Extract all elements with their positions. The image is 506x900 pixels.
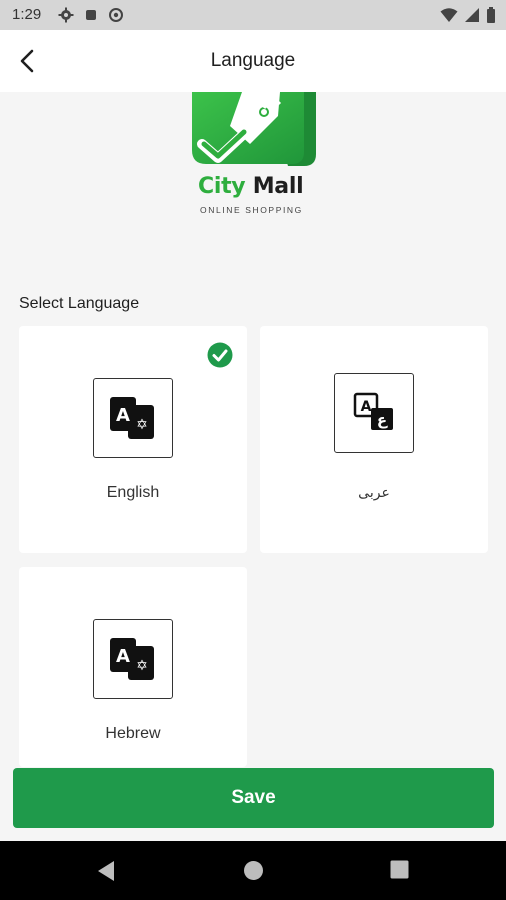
logo-brand-text: City Mall: [198, 174, 328, 199]
language-label-hebrew: Hebrew: [105, 725, 161, 742]
svg-text:✡: ✡: [136, 417, 148, 433]
language-card-arabic[interactable]: A ع عربى: [260, 326, 488, 553]
battery-icon: [487, 7, 495, 23]
logo-brand-mall: Mall: [252, 174, 304, 199]
square-notification-icon: [86, 10, 96, 20]
back-triangle-icon[interactable]: [96, 860, 116, 882]
svg-text:A: A: [361, 399, 372, 415]
at-sync-icon: [109, 8, 123, 22]
status-icons-right: [440, 7, 496, 23]
wifi-icon: [440, 8, 458, 22]
language-label-english: English: [106, 484, 160, 501]
language-card-english[interactable]: A ✡ English: [19, 326, 247, 553]
svg-text:ع: ع: [377, 411, 388, 429]
language-label-arabic: عربى: [358, 484, 390, 500]
svg-text:A: A: [116, 405, 130, 426]
logo-brand-city: City: [198, 174, 246, 199]
translate-icon: A ع: [353, 392, 393, 430]
shopping-bag-check-icon: [192, 92, 316, 166]
system-nav-bar: [0, 841, 506, 900]
language-card-hebrew[interactable]: A ✡ Hebrew: [19, 567, 247, 767]
check-circle-icon: [207, 342, 233, 368]
status-time: 1:29: [12, 6, 42, 23]
cellular-signal-icon: [465, 8, 479, 22]
translate-icon: A ✡: [110, 638, 154, 680]
app-bar: Language: [0, 30, 506, 92]
svg-text:✡: ✡: [136, 658, 148, 674]
recents-square-icon[interactable]: [390, 860, 409, 879]
language-icon-box: A ✡: [93, 378, 173, 458]
svg-text:A: A: [116, 646, 130, 667]
gear-icon: [58, 7, 74, 23]
language-icon-box: A ✡: [93, 619, 173, 699]
logo-tagline: ONLINE SHOPPING: [200, 205, 303, 215]
save-button[interactable]: Save: [13, 768, 494, 828]
language-icon-box: A ع: [334, 373, 414, 453]
home-circle-icon[interactable]: [243, 860, 264, 881]
page-title: Language: [210, 50, 296, 71]
translate-icon: A ✡: [110, 397, 154, 439]
status-icons-left: [58, 7, 124, 23]
city-mall-logo: City Mall ONLINE SHOPPING: [180, 92, 326, 222]
status-bar: 1:29: [0, 0, 506, 30]
select-language-label: Select Language: [19, 295, 140, 312]
